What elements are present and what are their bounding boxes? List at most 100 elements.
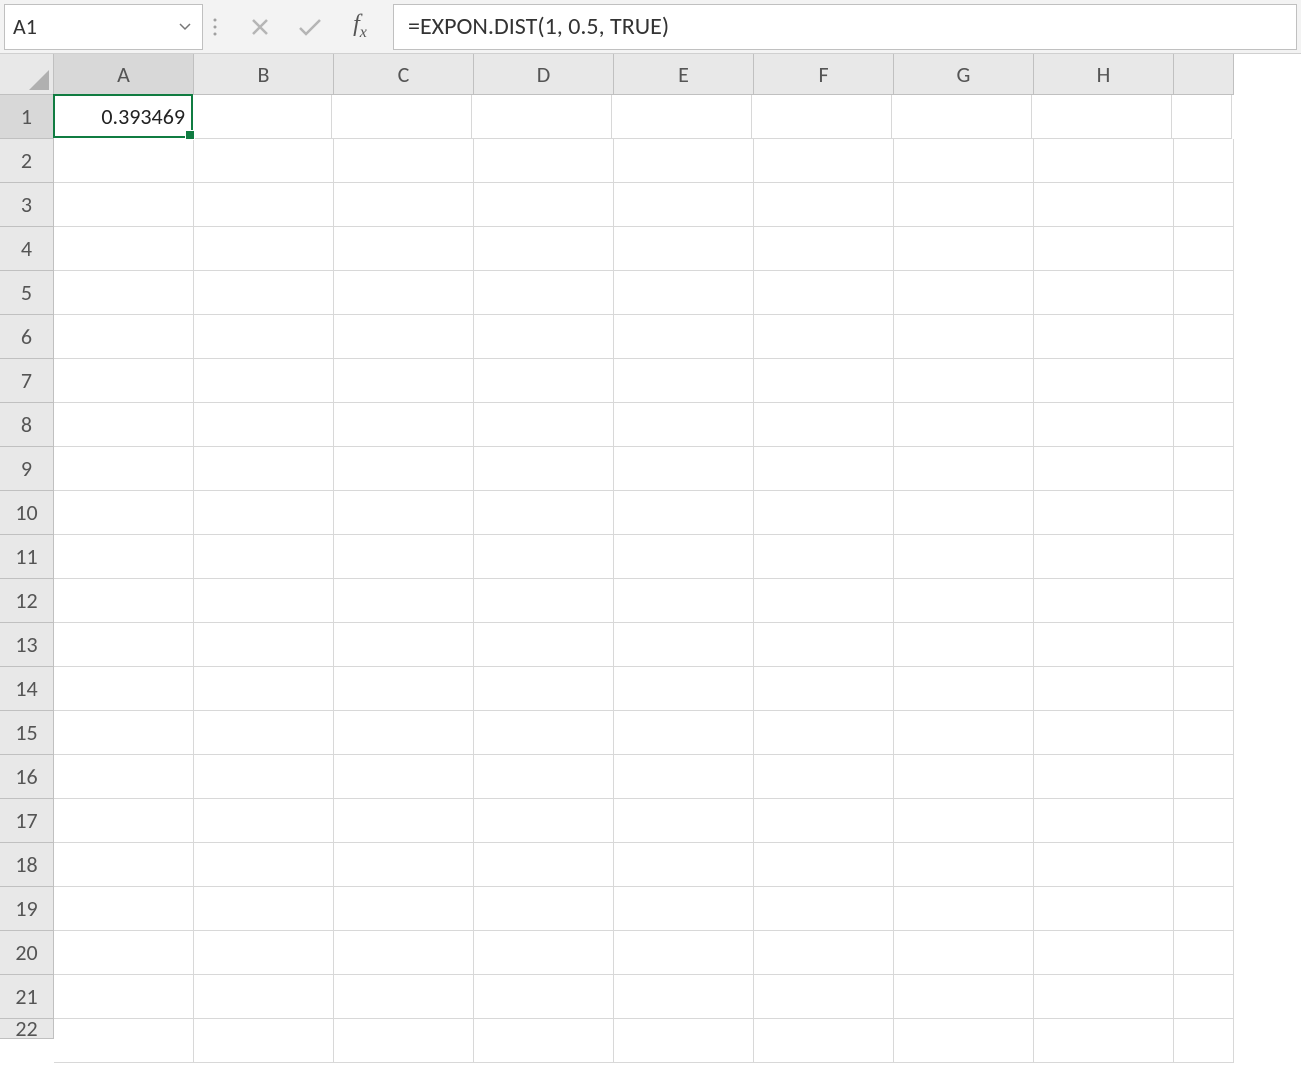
- cell[interactable]: [474, 1019, 614, 1063]
- cell[interactable]: [334, 931, 474, 975]
- cell[interactable]: [194, 975, 334, 1019]
- cell[interactable]: [194, 623, 334, 667]
- cell[interactable]: [1174, 579, 1234, 623]
- cell[interactable]: [614, 887, 754, 931]
- cell[interactable]: [754, 799, 894, 843]
- cell[interactable]: [1172, 95, 1232, 139]
- cell[interactable]: [614, 623, 754, 667]
- row-header[interactable]: 1: [0, 95, 54, 139]
- cell[interactable]: [614, 535, 754, 579]
- row-header[interactable]: 15: [0, 711, 54, 755]
- cell[interactable]: [1034, 359, 1174, 403]
- cell[interactable]: [894, 491, 1034, 535]
- cell[interactable]: [334, 1019, 474, 1063]
- cell[interactable]: [192, 95, 332, 139]
- active-cell[interactable]: 0.393469: [53, 94, 193, 138]
- cell[interactable]: [754, 315, 894, 359]
- cell[interactable]: [194, 359, 334, 403]
- cell[interactable]: [754, 667, 894, 711]
- cell[interactable]: [474, 227, 614, 271]
- cell[interactable]: [474, 887, 614, 931]
- cell[interactable]: [474, 667, 614, 711]
- cell[interactable]: [194, 755, 334, 799]
- cell[interactable]: [54, 227, 194, 271]
- cell[interactable]: [894, 667, 1034, 711]
- cell[interactable]: [894, 227, 1034, 271]
- cell[interactable]: [1034, 667, 1174, 711]
- cell[interactable]: [894, 931, 1034, 975]
- cell[interactable]: [474, 535, 614, 579]
- cell[interactable]: [194, 667, 334, 711]
- row-header[interactable]: 9: [0, 447, 54, 491]
- cell[interactable]: [474, 799, 614, 843]
- formula-input[interactable]: =EXPON.DIST(1, 0.5, TRUE): [393, 4, 1297, 50]
- row-header[interactable]: 5: [0, 271, 54, 315]
- cell[interactable]: [894, 403, 1034, 447]
- cell[interactable]: [54, 359, 194, 403]
- cell[interactable]: [1034, 755, 1174, 799]
- cell[interactable]: [754, 711, 894, 755]
- cell[interactable]: [614, 843, 754, 887]
- select-all-button[interactable]: [0, 54, 54, 95]
- enter-button[interactable]: [285, 4, 335, 50]
- cell[interactable]: [334, 403, 474, 447]
- cell[interactable]: [614, 711, 754, 755]
- cell[interactable]: [614, 271, 754, 315]
- cell[interactable]: [894, 755, 1034, 799]
- cell[interactable]: [334, 579, 474, 623]
- cell[interactable]: [614, 359, 754, 403]
- cell[interactable]: [894, 315, 1034, 359]
- cell[interactable]: [474, 271, 614, 315]
- cell[interactable]: [194, 491, 334, 535]
- cell[interactable]: [334, 271, 474, 315]
- row-header[interactable]: 4: [0, 227, 54, 271]
- cell[interactable]: [614, 183, 754, 227]
- cell[interactable]: [614, 315, 754, 359]
- row-header[interactable]: 12: [0, 579, 54, 623]
- cell[interactable]: [614, 799, 754, 843]
- cell[interactable]: [54, 623, 194, 667]
- row-header[interactable]: 14: [0, 667, 54, 711]
- expand-formula-bar-button[interactable]: [203, 4, 227, 50]
- cell[interactable]: [334, 799, 474, 843]
- column-header[interactable]: [1174, 54, 1234, 95]
- cell[interactable]: [194, 183, 334, 227]
- cell[interactable]: [1174, 711, 1234, 755]
- cell[interactable]: [754, 447, 894, 491]
- cell[interactable]: [1174, 667, 1234, 711]
- cell[interactable]: [1034, 139, 1174, 183]
- cell[interactable]: [54, 931, 194, 975]
- cell[interactable]: [54, 491, 194, 535]
- column-header[interactable]: H: [1034, 54, 1174, 95]
- cell[interactable]: [894, 887, 1034, 931]
- cell[interactable]: [334, 667, 474, 711]
- cell[interactable]: [194, 227, 334, 271]
- row-header[interactable]: 22: [0, 1019, 54, 1039]
- cell[interactable]: [754, 139, 894, 183]
- cell[interactable]: [754, 359, 894, 403]
- cancel-button[interactable]: [235, 4, 285, 50]
- cell[interactable]: [194, 799, 334, 843]
- cell[interactable]: [1174, 403, 1234, 447]
- cell[interactable]: [894, 359, 1034, 403]
- cell[interactable]: [614, 975, 754, 1019]
- cell[interactable]: [614, 1019, 754, 1063]
- cell[interactable]: [1034, 271, 1174, 315]
- cell[interactable]: [334, 711, 474, 755]
- cell[interactable]: [474, 711, 614, 755]
- cell[interactable]: [894, 535, 1034, 579]
- cell[interactable]: [754, 579, 894, 623]
- cell[interactable]: [474, 315, 614, 359]
- cell[interactable]: [1034, 535, 1174, 579]
- cell[interactable]: [1034, 931, 1174, 975]
- cell[interactable]: [54, 183, 194, 227]
- cell[interactable]: [1174, 931, 1234, 975]
- cell[interactable]: [1174, 359, 1234, 403]
- cell[interactable]: [474, 183, 614, 227]
- cell[interactable]: [334, 183, 474, 227]
- cell[interactable]: [754, 403, 894, 447]
- insert-function-button[interactable]: fx: [335, 4, 385, 50]
- cell[interactable]: [474, 975, 614, 1019]
- row-header[interactable]: 7: [0, 359, 54, 403]
- cell[interactable]: [334, 843, 474, 887]
